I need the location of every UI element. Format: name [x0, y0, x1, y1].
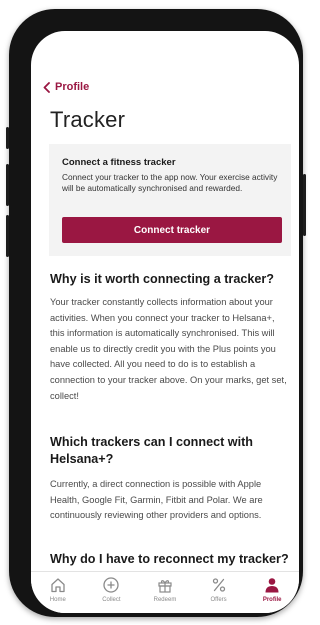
- back-link-label: Profile: [55, 81, 90, 93]
- back-link[interactable]: Profile: [43, 81, 89, 93]
- phone-frame: Profile Tracker Connect a fitness tracke…: [6, 9, 306, 617]
- plus-circle-icon: [103, 577, 120, 593]
- section-body-which-trackers: Currently, a direct connection is possib…: [50, 479, 263, 521]
- volume-down-button: [6, 215, 9, 257]
- tab-home-label: Home: [49, 597, 66, 603]
- tab-collect-label: Collect: [102, 597, 121, 603]
- connect-card-title: Connect a fitness tracker: [62, 157, 176, 168]
- tab-redeem[interactable]: Redeem: [138, 572, 192, 613]
- section-body-why-connect: Your tracker constantly collects informa…: [50, 297, 287, 401]
- tab-profile-label: Profile: [262, 597, 282, 603]
- person-icon: [265, 578, 279, 593]
- section-heading-why-connect: Why is it worth connecting a tracker?: [50, 272, 274, 286]
- section-heading-which-trackers: Which trackers can I connect with Helsan…: [50, 435, 253, 466]
- tab-offers-label: Offers: [210, 597, 227, 603]
- silent-switch: [6, 127, 9, 149]
- house-icon: [51, 578, 65, 593]
- app-screen: Profile Tracker Connect a fitness tracke…: [31, 31, 299, 613]
- connect-card-text: Connect your tracker to the app now. You…: [62, 172, 278, 193]
- connect-tracker-button[interactable]: Connect tracker: [62, 217, 282, 243]
- page-title: Tracker: [50, 107, 126, 132]
- percent-icon: [212, 578, 225, 592]
- power-button: [303, 174, 306, 236]
- tab-redeem-label: Redeem: [153, 597, 177, 603]
- tab-offers[interactable]: Offers: [192, 572, 246, 613]
- tab-home[interactable]: Home: [31, 572, 85, 613]
- tab-profile[interactable]: Profile: [245, 572, 299, 613]
- section-heading-reconnect: Why do I have to reconnect my tracker?: [50, 552, 289, 566]
- gift-icon: [158, 580, 172, 593]
- chevron-left-icon: [43, 81, 50, 93]
- tab-collect[interactable]: Collect: [85, 572, 139, 613]
- connect-card: Connect a fitness tracker Connect your t…: [49, 144, 291, 256]
- volume-up-button: [6, 164, 9, 206]
- bottom-tab-bar: Home Collect Redeem Offers Profile: [31, 571, 299, 613]
